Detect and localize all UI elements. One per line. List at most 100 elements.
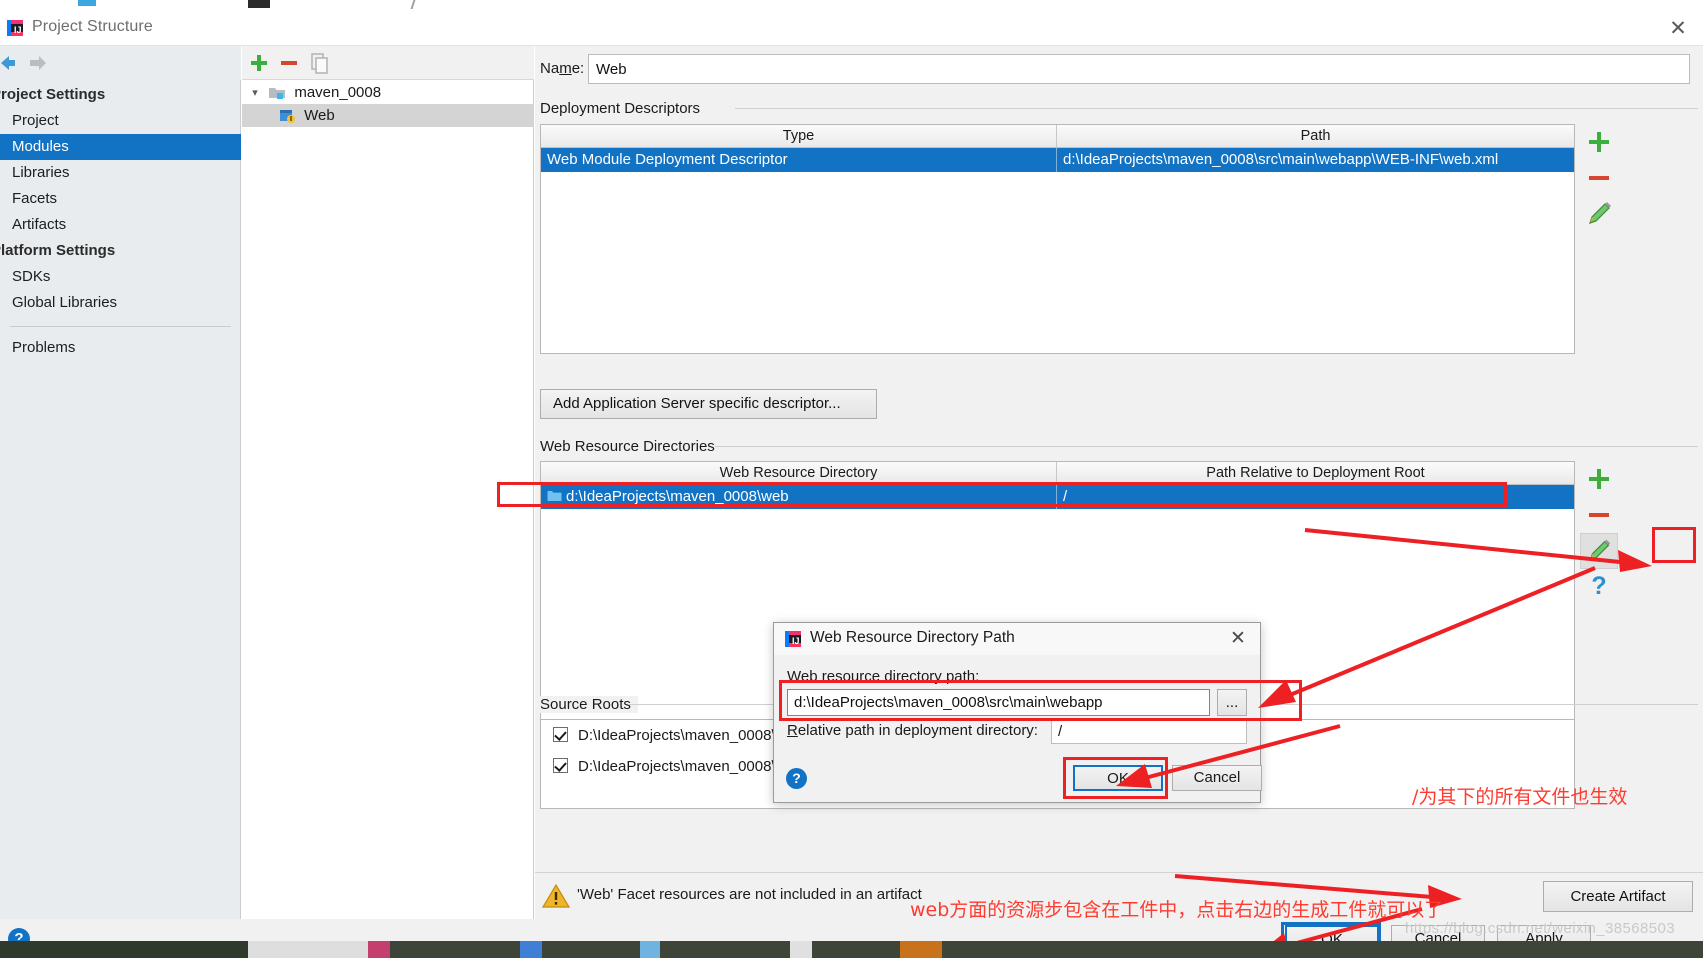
sidebar-item-label: Project <box>12 112 59 129</box>
add-web-resource-button[interactable] <box>1580 461 1618 497</box>
close-icon[interactable]: ✕ <box>1226 627 1250 651</box>
module-folder-icon <box>269 88 286 99</box>
module-name-input[interactable] <box>588 54 1690 84</box>
tree-node-label: Web <box>304 107 335 124</box>
behind-chip <box>248 0 270 8</box>
column-header-path-relative[interactable]: Path Relative to Deployment Root <box>1056 462 1574 484</box>
browse-button[interactable]: ... <box>1217 689 1247 716</box>
plus-icon <box>1589 469 1609 489</box>
table-header: Web Resource Directory Path Relative to … <box>541 462 1574 485</box>
sidebar-group-project-settings: Project Settings <box>0 82 241 108</box>
sidebar-item-problems[interactable]: Problems <box>0 335 241 361</box>
button-label: Add Application Server specific descript… <box>553 395 841 412</box>
source-root-checkbox[interactable] <box>553 758 568 773</box>
column-header-path[interactable]: Path <box>1056 125 1574 147</box>
deployment-descriptors-table[interactable]: Type Path Web Module Deployment Descript… <box>540 124 1575 354</box>
table-row[interactable]: Web Module Deployment Descriptor d:\Idea… <box>541 148 1574 172</box>
edit-web-resource-button[interactable] <box>1580 533 1618 569</box>
dialog-cancel-button[interactable]: Cancel <box>1172 765 1262 791</box>
plus-icon <box>1589 132 1609 152</box>
cell-directory: d:\IdeaProjects\maven_0008\web <box>541 485 1056 509</box>
annotation-note-relative: /为其下的所有文件也生效 <box>1412 786 1628 808</box>
group-divider <box>735 108 1698 109</box>
modules-tree-rows: ▾ maven_0008 Web <box>242 81 534 127</box>
sidebar-item-label: Artifacts <box>12 216 67 233</box>
sidebar-list: Project Settings Project Modules Librari… <box>0 82 241 361</box>
forward-arrow-icon[interactable] <box>26 53 48 73</box>
edit-descriptor-button[interactable] <box>1580 196 1618 232</box>
taskbar-segment <box>390 941 520 958</box>
taskbar-app-icon[interactable] <box>790 941 812 958</box>
source-roots-title: Source Roots <box>540 696 638 713</box>
column-header-type[interactable]: Type <box>541 125 1056 147</box>
tree-node-web[interactable]: Web <box>242 104 534 127</box>
sidebar-item-artifacts[interactable]: Artifacts <box>0 212 241 238</box>
sidebar-item-project[interactable]: Project <box>0 108 241 134</box>
table-header: Type Path <box>541 125 1574 148</box>
add-module-button[interactable] <box>246 50 272 76</box>
sidebar-item-global-libraries[interactable]: Global Libraries <box>0 290 241 316</box>
remove-web-resource-button[interactable] <box>1580 497 1618 533</box>
watermark: https://blog.csdn.net/weixin_38568503 <box>1405 920 1675 937</box>
button-label: Create Artifact <box>1570 888 1666 905</box>
sidebar-item-libraries[interactable]: Libraries <box>0 160 241 186</box>
modules-tree-toolbar <box>242 46 534 80</box>
web-resource-directory-path-dialog: IJ Web Resource Directory Path ✕ Web res… <box>773 622 1262 803</box>
sidebar-item-label: Facets <box>12 190 58 207</box>
taskbar-app-icon[interactable] <box>640 941 660 958</box>
taskbar-app-icon[interactable] <box>900 941 942 958</box>
taskbar-app-icon[interactable] <box>520 941 542 958</box>
minus-icon <box>1589 176 1609 180</box>
intellij-idea-icon: IJ <box>785 631 801 647</box>
sidebar-divider <box>10 326 231 327</box>
relative-path-input[interactable] <box>1051 719 1247 744</box>
sidebar-item-label: SDKs <box>12 268 51 285</box>
warning-triangle-icon <box>542 883 570 908</box>
cell-directory-label: d:\IdeaProjects\maven_0008\web <box>566 488 789 505</box>
window-titlebar: IJ Project Structure ✕ <box>0 10 1703 46</box>
module-name-row: Name: <box>535 54 1703 84</box>
taskbar-segment <box>0 941 248 958</box>
os-taskbar <box>0 941 1703 958</box>
back-arrow-icon[interactable] <box>0 53 18 73</box>
sidebar-toolbar <box>0 46 241 80</box>
sidebar-item-label: Libraries <box>12 164 70 181</box>
remove-module-button[interactable] <box>276 50 302 76</box>
chevron-down-icon[interactable]: ▾ <box>246 82 264 105</box>
settings-sidebar: Project Settings Project Modules Librari… <box>0 46 241 941</box>
minus-icon <box>1589 513 1609 517</box>
column-header-web-resource-directory[interactable]: Web Resource Directory <box>541 462 1056 484</box>
sidebar-group-platform-settings: Platform Settings <box>0 238 241 264</box>
svg-text:IJ: IJ <box>14 25 22 35</box>
close-icon[interactable]: ✕ <box>1665 16 1691 42</box>
remove-descriptor-button[interactable] <box>1580 160 1618 196</box>
add-app-server-descriptor-button[interactable]: Add Application Server specific descript… <box>540 389 877 419</box>
table-row[interactable]: d:\IdeaProjects\maven_0008\web / <box>541 485 1574 509</box>
taskbar-app-icon[interactable] <box>368 941 390 958</box>
dialog-ok-button[interactable]: OK <box>1073 765 1163 791</box>
source-root-checkbox[interactable] <box>553 727 568 742</box>
sidebar-item-facets[interactable]: Facets <box>0 186 241 212</box>
facet-warning-text: 'Web' Facet resources are not included i… <box>577 886 922 903</box>
sidebar-item-modules[interactable]: Modules <box>0 134 241 160</box>
relative-path-label-rest: elative path in deployment directory: <box>797 722 1038 739</box>
web-resource-help-button[interactable]: ? <box>1580 569 1618 605</box>
copy-module-button[interactable] <box>306 50 332 76</box>
add-descriptor-button[interactable] <box>1580 124 1618 160</box>
cell-path: d:\IdeaProjects\maven_0008\src\main\weba… <box>1056 148 1574 172</box>
web-resource-path-input[interactable] <box>787 689 1210 716</box>
sidebar-item-sdks[interactable]: SDKs <box>0 264 241 290</box>
create-artifact-button[interactable]: Create Artifact <box>1543 881 1693 912</box>
tree-node-maven_0008[interactable]: ▾ maven_0008 <box>242 81 534 104</box>
behind-chip <box>410 0 416 9</box>
sidebar-group-label: Platform Settings <box>0 242 116 259</box>
cell-type: Web Module Deployment Descriptor <box>547 151 788 168</box>
taskbar-search-box[interactable] <box>248 941 368 958</box>
dialog-help-icon[interactable]: ? <box>786 768 807 789</box>
deployment-tools <box>1580 124 1618 254</box>
dialog-title: Web Resource Directory Path <box>810 629 1015 646</box>
window-title: Project Structure <box>32 18 153 35</box>
web-resource-directories-title: Web Resource Directories <box>540 438 722 455</box>
copy-icon <box>311 53 328 74</box>
module-name-label: Name: <box>540 60 585 77</box>
